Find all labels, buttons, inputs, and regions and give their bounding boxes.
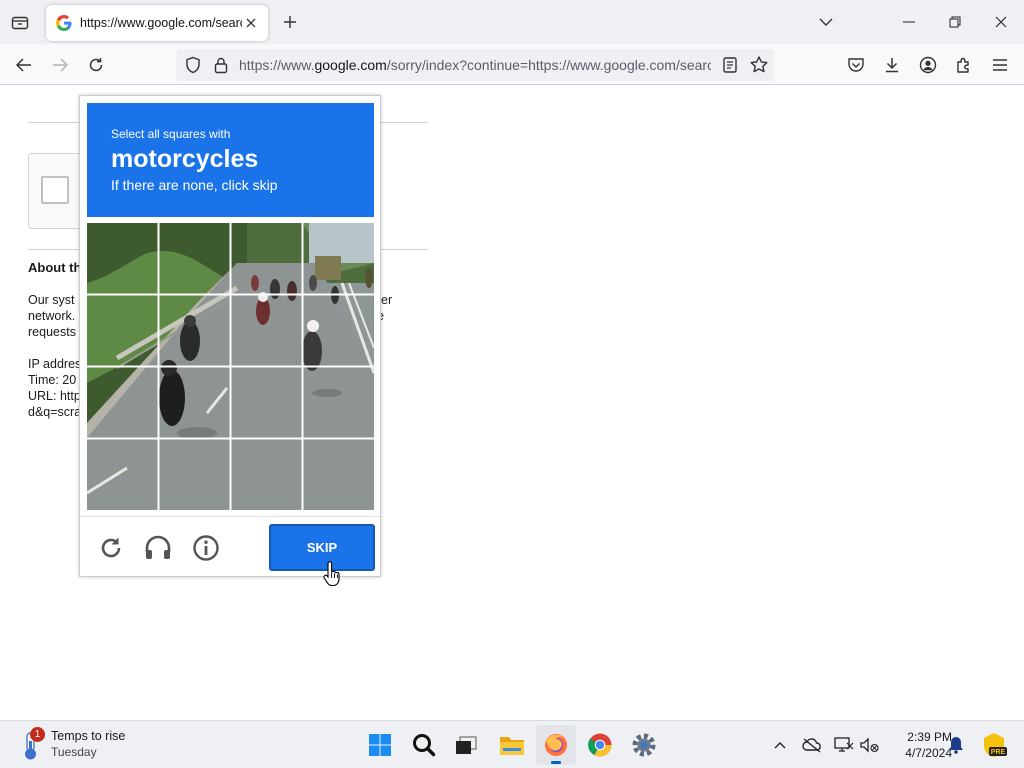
forward-arrow-icon[interactable]	[46, 51, 74, 79]
captcha-footer-divider	[80, 516, 380, 517]
star-icon[interactable]	[749, 55, 769, 75]
info-line: Time: 20	[28, 373, 77, 387]
paragraph-line: network.	[28, 309, 76, 323]
captcha-instruction: Select all squares with	[111, 127, 231, 141]
windows-start-icon[interactable]	[360, 725, 400, 765]
browser-tab[interactable]: https://www.google.com/search	[46, 5, 268, 41]
clock-time: 2:39 PM	[907, 730, 952, 744]
captcha-challenge: Select all squares with motorcycles If t…	[79, 95, 381, 577]
reader-view-icon[interactable]	[721, 56, 739, 74]
restore-icon[interactable]	[932, 0, 978, 44]
search-icon[interactable]	[404, 725, 444, 765]
sound-muted-icon[interactable]	[858, 733, 882, 757]
hand-cursor-icon	[323, 561, 340, 587]
about-heading: About th	[28, 260, 82, 275]
download-icon[interactable]	[878, 51, 906, 79]
skip-button[interactable]: SKIP	[269, 524, 375, 571]
plus-icon[interactable]	[279, 11, 301, 33]
tab-title: https://www.google.com/search	[80, 16, 242, 30]
close-icon[interactable]	[978, 0, 1024, 44]
tab-list-icon[interactable]	[8, 10, 32, 34]
reload-icon[interactable]	[96, 533, 126, 563]
weather-subtitle: Tuesday	[51, 745, 97, 759]
paragraph-line: requests	[28, 325, 76, 339]
back-arrow-icon[interactable]	[10, 51, 38, 79]
navigation-toolbar: https://www.google.com/sorry/index?conti…	[0, 44, 1024, 85]
settings-icon[interactable]	[624, 725, 664, 765]
shield-icon[interactable]	[184, 56, 202, 74]
account-icon[interactable]	[914, 51, 942, 79]
url-bar[interactable]: https://www.google.com/sorry/index?conti…	[176, 49, 774, 81]
info-line: d&q=scra	[28, 405, 82, 419]
captcha-grid-lines	[87, 223, 374, 510]
paragraph-tail: er	[381, 293, 393, 307]
tab-strip: https://www.google.com/search	[0, 0, 1024, 44]
active-indicator	[551, 761, 561, 764]
hamburger-menu-icon[interactable]	[986, 51, 1014, 79]
notifications-icon[interactable]	[944, 733, 968, 757]
info-line: URL: http	[28, 389, 81, 403]
notification-badge: 1	[30, 727, 45, 742]
paragraph-line: Our syst	[28, 293, 75, 307]
chevron-up-icon[interactable]	[768, 733, 792, 757]
task-view-icon[interactable]	[446, 725, 486, 765]
chrome-icon[interactable]	[580, 725, 620, 765]
preview-badge-text: PRE	[991, 749, 1006, 756]
captcha-target: motorcycles	[111, 145, 259, 173]
weather-title: Temps to rise	[51, 729, 126, 743]
info-icon[interactable]	[191, 533, 221, 563]
recaptcha-checkbox[interactable]	[41, 176, 69, 204]
pocket-icon[interactable]	[842, 51, 870, 79]
extensions-icon[interactable]	[950, 51, 978, 79]
url-text[interactable]: https://www.google.com/sorry/index?conti…	[239, 57, 711, 73]
google-g-icon	[56, 15, 72, 31]
info-line: IP addres	[28, 357, 82, 371]
clock-date: 4/7/2024	[905, 746, 952, 760]
onedrive-icon[interactable]	[800, 733, 824, 757]
captcha-header: Select all squares with motorcycles If t…	[87, 103, 374, 217]
file-explorer-icon[interactable]	[492, 725, 532, 765]
weather-widget[interactable]: 1 Temps to rise Tuesday	[18, 727, 148, 763]
minimize-icon[interactable]	[886, 0, 932, 44]
lock-icon[interactable]	[212, 56, 230, 74]
tab-close-icon[interactable]	[242, 14, 260, 32]
display-icon[interactable]	[832, 733, 856, 757]
reload-icon[interactable]	[82, 51, 110, 79]
preview-badge-icon[interactable]: PRE	[980, 731, 1008, 759]
taskbar: 1 Temps to rise Tuesday 2:39 PM 4/7/2024	[0, 720, 1024, 768]
captcha-hint: If there are none, click skip	[111, 177, 278, 193]
system-clock[interactable]: 2:39 PM 4/7/2024	[886, 729, 952, 761]
chevron-down-icon[interactable]	[815, 11, 837, 33]
headphones-icon[interactable]	[143, 533, 173, 563]
firefox-icon[interactable]	[536, 725, 576, 765]
